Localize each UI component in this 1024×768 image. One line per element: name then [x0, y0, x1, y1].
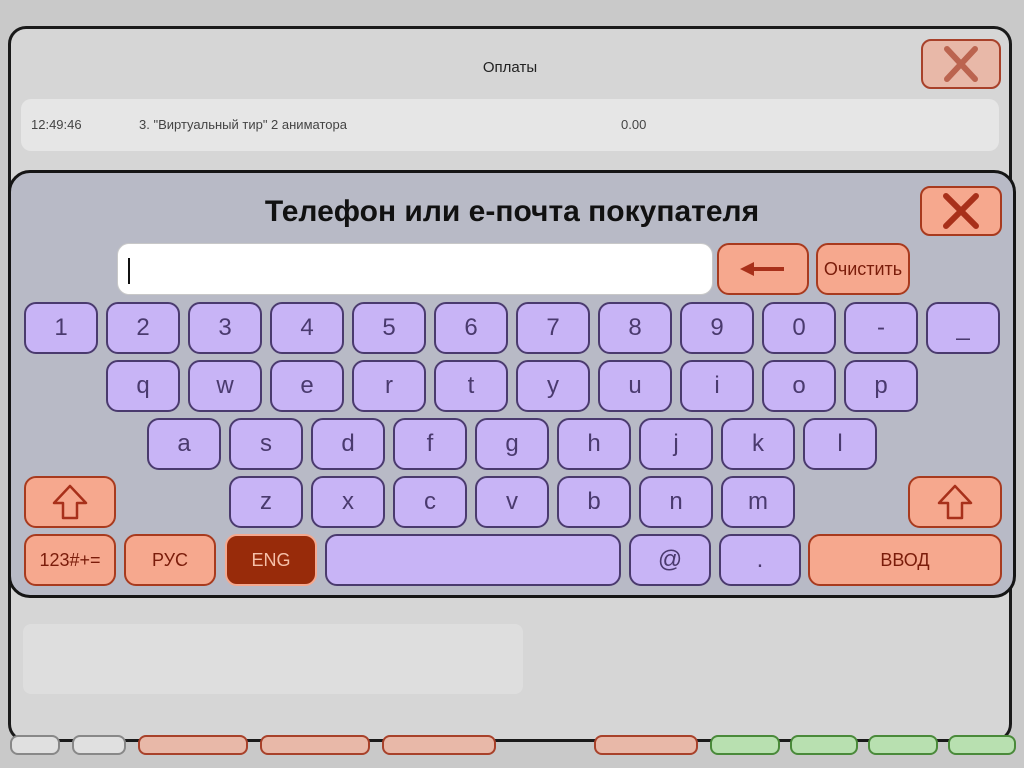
background-button: [138, 735, 248, 755]
key-b[interactable]: b: [557, 476, 631, 528]
key-3[interactable]: 3: [188, 302, 262, 354]
payment-time: 12:49:46: [31, 117, 82, 132]
key-m[interactable]: m: [721, 476, 795, 528]
at-key[interactable]: @: [629, 534, 711, 586]
shift-right-button[interactable]: [908, 476, 1002, 528]
key-6[interactable]: 6: [434, 302, 508, 354]
key-v[interactable]: v: [475, 476, 549, 528]
layout-rus-button[interactable]: РУС: [124, 534, 216, 586]
background-button: [948, 735, 1016, 755]
key-p[interactable]: p: [844, 360, 918, 412]
key-underscore[interactable]: _: [926, 302, 1000, 354]
key-k[interactable]: k: [721, 418, 795, 470]
key-s[interactable]: s: [229, 418, 303, 470]
payments-close-button[interactable]: [921, 39, 1001, 89]
contact-text-field[interactable]: [118, 244, 712, 294]
key-7[interactable]: 7: [516, 302, 590, 354]
background-button: [868, 735, 938, 755]
key-4[interactable]: 4: [270, 302, 344, 354]
key-l[interactable]: l: [803, 418, 877, 470]
contact-input[interactable]: [117, 243, 713, 295]
key-t[interactable]: t: [434, 360, 508, 412]
enter-button[interactable]: ВВОД: [808, 534, 1002, 586]
backspace-button[interactable]: [717, 243, 809, 295]
key-g[interactable]: g: [475, 418, 549, 470]
key-d[interactable]: d: [311, 418, 385, 470]
arrow-left-icon: [740, 262, 784, 276]
key-0[interactable]: 0: [762, 302, 836, 354]
key-j[interactable]: j: [639, 418, 713, 470]
key-2[interactable]: 2: [106, 302, 180, 354]
dialog-close-button[interactable]: [920, 186, 1002, 236]
key-u[interactable]: u: [598, 360, 672, 412]
text-caret: [128, 258, 130, 284]
background-button: [260, 735, 370, 755]
payment-row[interactable]: 12:49:46 3. "Виртуальный тир" 2 аниматор…: [21, 99, 999, 151]
dialog-title: Телефон или е-почта покупателя: [264, 195, 760, 228]
background-button: [594, 735, 698, 755]
background-button: [10, 735, 60, 755]
key-i[interactable]: i: [680, 360, 754, 412]
key-w[interactable]: w: [188, 360, 262, 412]
key-y[interactable]: y: [516, 360, 590, 412]
shift-icon: [937, 484, 973, 520]
key-e[interactable]: e: [270, 360, 344, 412]
key-z[interactable]: z: [229, 476, 303, 528]
background-panel: [23, 624, 523, 694]
shift-left-button[interactable]: [24, 476, 116, 528]
key-minus[interactable]: -: [844, 302, 918, 354]
key-9[interactable]: 9: [680, 302, 754, 354]
keyboard-dialog: Телефон или е-почта покупателя Очистить …: [8, 170, 1016, 598]
shift-icon: [52, 484, 88, 520]
key-a[interactable]: a: [147, 418, 221, 470]
key-n[interactable]: n: [639, 476, 713, 528]
background-button: [790, 735, 858, 755]
key-h[interactable]: h: [557, 418, 631, 470]
key-x[interactable]: x: [311, 476, 385, 528]
background-button: [382, 735, 496, 755]
key-8[interactable]: 8: [598, 302, 672, 354]
key-c[interactable]: c: [393, 476, 467, 528]
payments-title: Оплаты: [482, 59, 538, 76]
space-key[interactable]: [325, 534, 621, 586]
payment-amount: 0.00: [621, 117, 647, 132]
background-button: [710, 735, 780, 755]
key-r[interactable]: r: [352, 360, 426, 412]
key-f[interactable]: f: [393, 418, 467, 470]
close-icon: [944, 46, 978, 82]
key-o[interactable]: o: [762, 360, 836, 412]
key-5[interactable]: 5: [352, 302, 426, 354]
close-icon: [943, 193, 979, 229]
symbols-button[interactable]: 123#+=: [24, 534, 116, 586]
key-q[interactable]: q: [106, 360, 180, 412]
payment-description: 3. "Виртуальный тир" 2 аниматора: [139, 117, 347, 132]
background-button: [72, 735, 126, 755]
clear-button[interactable]: Очистить: [816, 243, 910, 295]
dot-key[interactable]: .: [719, 534, 801, 586]
layout-eng-button[interactable]: ENG: [225, 534, 317, 586]
key-1[interactable]: 1: [24, 302, 98, 354]
